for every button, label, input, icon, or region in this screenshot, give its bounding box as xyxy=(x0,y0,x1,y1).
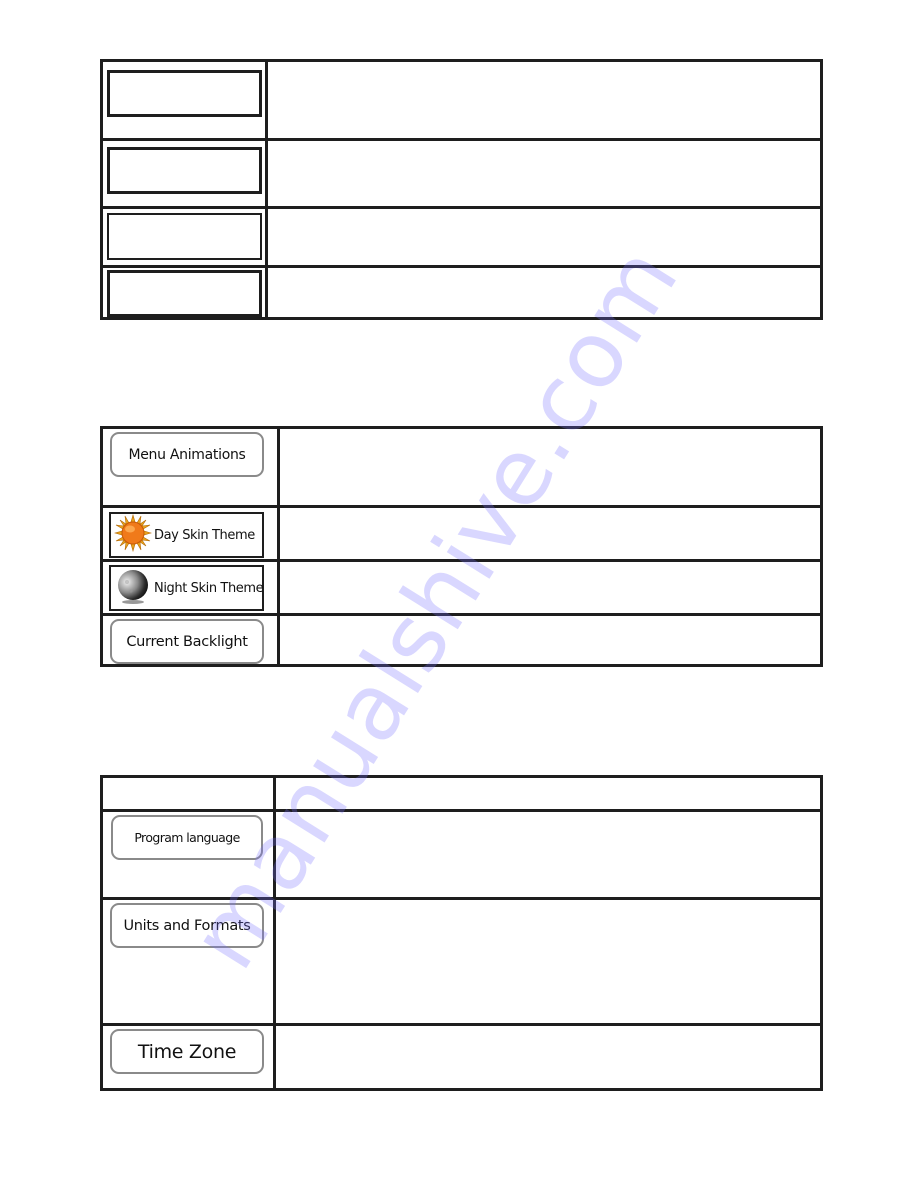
row-description xyxy=(283,508,820,560)
row-description xyxy=(283,616,820,667)
button-label: Night Skin Theme xyxy=(154,580,264,596)
table-row: Day Skin Theme xyxy=(103,505,820,560)
table-2: Menu Animations Day Skin Theme Night Ski… xyxy=(100,426,823,667)
program-language-button[interactable]: Program language xyxy=(111,815,263,860)
table-3: Program language Units and Formats Time … xyxy=(100,775,823,1091)
button-label: Time Zone xyxy=(137,1040,237,1063)
time-zone-button[interactable]: Time Zone xyxy=(110,1029,264,1074)
table-row xyxy=(103,138,820,207)
row-description xyxy=(283,562,820,614)
blank-button[interactable] xyxy=(107,70,262,117)
day-skin-theme-button[interactable]: Day Skin Theme xyxy=(109,512,264,558)
row-description xyxy=(283,429,820,507)
table-row xyxy=(103,206,820,266)
sun-icon xyxy=(111,513,154,556)
table-row: Current Backlight xyxy=(103,613,820,667)
blank-button[interactable] xyxy=(107,270,262,317)
header-cell-1 xyxy=(103,778,273,808)
row-description xyxy=(279,812,820,898)
night-skin-theme-button[interactable]: Night Skin Theme xyxy=(109,565,264,611)
row-description xyxy=(279,1026,820,1091)
header-cell-2 xyxy=(279,778,820,810)
row-description xyxy=(271,268,820,320)
table-row: Menu Animations xyxy=(103,429,820,507)
button-label: Program language xyxy=(134,830,240,845)
button-label: Menu Animations xyxy=(128,446,246,463)
current-backlight-button[interactable]: Current Backlight xyxy=(110,619,264,664)
table-header-row xyxy=(103,778,820,810)
row-description xyxy=(271,141,820,207)
button-label: Units and Formats xyxy=(123,917,251,934)
menu-animations-button[interactable]: Menu Animations xyxy=(110,432,264,477)
table-row xyxy=(103,265,820,320)
blank-button[interactable] xyxy=(107,213,262,260)
units-and-formats-button[interactable]: Units and Formats xyxy=(110,903,264,948)
row-description xyxy=(271,62,820,140)
table-row: Night Skin Theme xyxy=(103,559,820,614)
button-label: Current Backlight xyxy=(126,633,248,650)
table-row: Units and Formats xyxy=(103,897,820,1024)
button-label: Day Skin Theme xyxy=(154,527,255,543)
row-description xyxy=(271,209,820,266)
table-row: Program language xyxy=(103,809,820,898)
moon-icon xyxy=(111,567,154,609)
table-1 xyxy=(100,59,823,320)
blank-button[interactable] xyxy=(107,147,262,194)
table-row xyxy=(103,62,820,140)
row-description xyxy=(279,900,820,1024)
table-row: Time Zone xyxy=(103,1023,820,1091)
